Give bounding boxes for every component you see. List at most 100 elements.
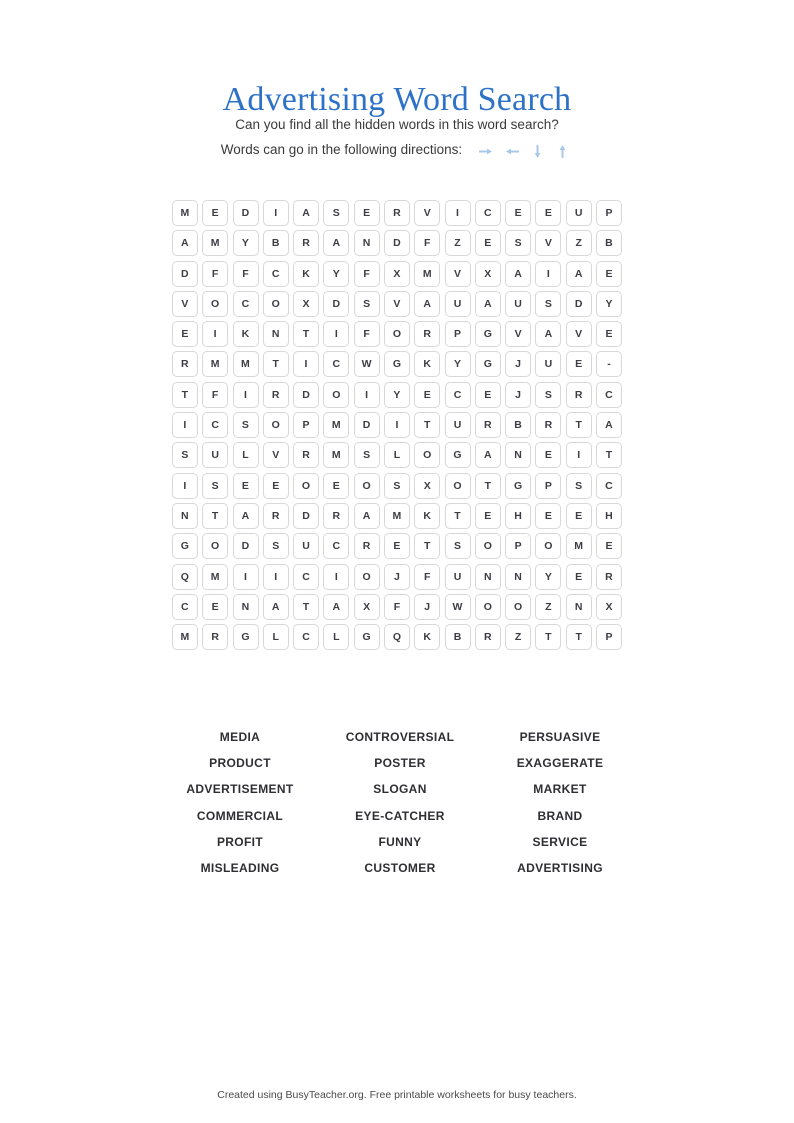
grid-cell[interactable]: V — [384, 290, 410, 317]
grid-cell[interactable]: V — [444, 260, 471, 287]
grid-cell[interactable]: P — [596, 624, 623, 651]
grid-cell[interactable]: O — [293, 472, 320, 499]
grid-cell[interactable]: R — [293, 230, 320, 257]
grid-cell[interactable]: O — [202, 533, 229, 560]
grid-cell[interactable]: O — [384, 321, 410, 348]
grid-cell[interactable]: T — [293, 321, 320, 348]
grid-cell[interactable]: V — [262, 442, 289, 469]
grid-cell[interactable]: U — [535, 351, 562, 378]
grid-cell[interactable]: R — [535, 412, 562, 439]
grid-cell[interactable]: D — [353, 412, 380, 439]
grid-cell[interactable]: M — [414, 260, 441, 287]
grid-cell[interactable]: X — [384, 260, 410, 287]
grid-cell[interactable]: R — [323, 502, 350, 529]
grid-cell[interactable]: T — [565, 624, 592, 651]
grid-cell[interactable]: E — [596, 533, 623, 560]
grid-cell[interactable]: A — [171, 230, 198, 257]
grid-cell[interactable]: X — [353, 593, 380, 620]
grid-cell[interactable]: E — [262, 472, 289, 499]
grid-cell[interactable]: W — [444, 593, 471, 620]
grid-cell[interactable]: H — [596, 502, 623, 529]
grid-cell[interactable]: J — [505, 381, 532, 408]
grid-cell[interactable]: J — [505, 351, 532, 378]
grid-cell[interactable]: - — [596, 351, 623, 378]
grid-cell[interactable]: O — [474, 593, 501, 620]
grid-cell[interactable]: E — [535, 502, 562, 529]
grid-cell[interactable]: C — [474, 200, 501, 226]
grid-cell[interactable]: F — [232, 260, 259, 287]
grid-cell[interactable]: Y — [535, 563, 562, 590]
grid-cell[interactable]: V — [505, 321, 532, 348]
grid-cell[interactable]: A — [596, 412, 623, 439]
grid-cell[interactable]: D — [323, 290, 350, 317]
grid-cell[interactable]: C — [323, 533, 350, 560]
grid-cell[interactable]: M — [323, 442, 350, 469]
grid-cell[interactable]: Z — [565, 230, 592, 257]
grid-cell[interactable]: I — [353, 381, 380, 408]
grid-cell[interactable]: I — [202, 321, 229, 348]
grid-cell[interactable]: I — [171, 472, 198, 499]
grid-cell[interactable]: C — [202, 412, 229, 439]
grid-cell[interactable]: S — [535, 290, 562, 317]
grid-cell[interactable]: G — [171, 533, 198, 560]
grid-cell[interactable]: V — [414, 200, 441, 226]
grid-cell[interactable]: I — [262, 563, 289, 590]
grid-cell[interactable]: Y — [596, 290, 623, 317]
grid-cell[interactable]: F — [414, 230, 441, 257]
grid-cell[interactable]: R — [293, 442, 320, 469]
grid-cell[interactable]: A — [565, 260, 592, 287]
grid-cell[interactable]: A — [323, 593, 350, 620]
grid-cell[interactable]: S — [565, 472, 592, 499]
grid-cell[interactable]: A — [414, 290, 441, 317]
grid-cell[interactable]: O — [505, 593, 532, 620]
grid-cell[interactable]: N — [171, 502, 198, 529]
grid-cell[interactable]: K — [414, 624, 441, 651]
grid-cell[interactable]: P — [505, 533, 532, 560]
grid-cell[interactable]: T — [171, 381, 198, 408]
grid-cell[interactable]: C — [323, 351, 350, 378]
grid-cell[interactable]: O — [202, 290, 229, 317]
grid-cell[interactable]: R — [262, 502, 289, 529]
grid-cell[interactable]: A — [262, 593, 289, 620]
grid-cell[interactable]: O — [535, 533, 562, 560]
grid-cell[interactable]: A — [505, 260, 532, 287]
grid-cell[interactable]: I — [171, 412, 198, 439]
grid-cell[interactable]: I — [323, 321, 350, 348]
grid-cell[interactable]: I — [293, 351, 320, 378]
grid-cell[interactable]: G — [474, 321, 501, 348]
grid-cell[interactable]: C — [293, 624, 320, 651]
grid-cell[interactable]: D — [565, 290, 592, 317]
grid-cell[interactable]: G — [353, 624, 380, 651]
grid-cell[interactable]: O — [444, 472, 471, 499]
grid-cell[interactable]: M — [202, 563, 229, 590]
grid-cell[interactable]: E — [353, 200, 380, 226]
grid-cell[interactable]: C — [596, 381, 623, 408]
grid-cell[interactable]: A — [353, 502, 380, 529]
grid-cell[interactable]: N — [353, 230, 380, 257]
grid-cell[interactable]: E — [474, 502, 501, 529]
grid-cell[interactable]: S — [232, 412, 259, 439]
grid-cell[interactable]: P — [293, 412, 320, 439]
grid-cell[interactable]: C — [262, 260, 289, 287]
grid-cell[interactable]: N — [505, 442, 532, 469]
grid-cell[interactable]: F — [353, 260, 380, 287]
grid-cell[interactable]: A — [535, 321, 562, 348]
grid-cell[interactable]: B — [596, 230, 623, 257]
grid-cell[interactable]: R — [384, 200, 410, 226]
grid-cell[interactable]: D — [384, 230, 410, 257]
grid-cell[interactable]: T — [444, 502, 471, 529]
grid-cell[interactable]: L — [323, 624, 350, 651]
grid-cell[interactable]: F — [202, 381, 229, 408]
grid-cell[interactable]: N — [565, 593, 592, 620]
grid-cell[interactable]: G — [505, 472, 532, 499]
grid-cell[interactable]: M — [384, 502, 410, 529]
grid-cell[interactable]: M — [202, 230, 229, 257]
grid-cell[interactable]: I — [232, 381, 259, 408]
grid-cell[interactable]: U — [202, 442, 229, 469]
grid-cell[interactable]: K — [232, 321, 259, 348]
grid-cell[interactable]: S — [353, 442, 380, 469]
grid-cell[interactable]: P — [596, 200, 623, 226]
grid-cell[interactable]: J — [384, 563, 410, 590]
grid-cell[interactable]: U — [444, 412, 471, 439]
grid-cell[interactable]: M — [202, 351, 229, 378]
